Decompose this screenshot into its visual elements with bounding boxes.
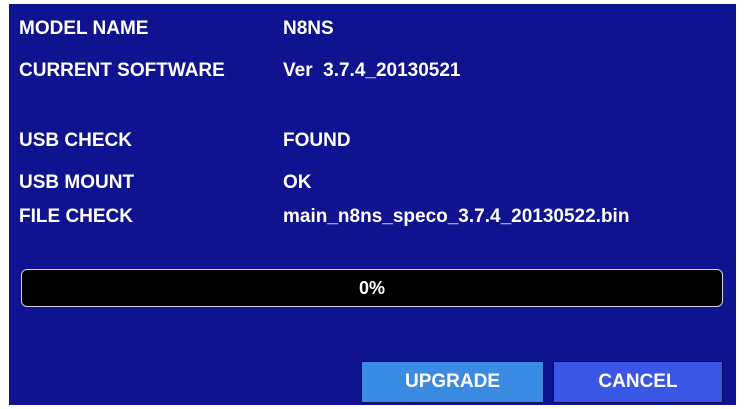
model-name-label: MODEL NAME [19,18,149,39]
current-software-value: Ver 3.7.4_20130521 [283,60,461,81]
usb-mount-value: OK [283,172,312,193]
file-check-value: main_n8ns_speco_3.7.4_20130522.bin [283,206,630,227]
model-name-value: N8NS [283,18,334,39]
progress-percent-text: 0% [358,278,385,298]
cancel-button[interactable]: CANCEL [553,361,723,403]
upgrade-dialog: MODEL NAME N8NS CURRENT SOFTWARE Ver 3.7… [9,4,736,405]
usb-check-value: FOUND [283,130,351,151]
upgrade-button[interactable]: UPGRADE [361,361,544,403]
usb-check-label: USB CHECK [19,130,132,151]
file-check-label: FILE CHECK [19,206,133,227]
upgrade-progress-bar: 0% [21,269,723,307]
usb-mount-label: USB MOUNT [19,172,135,193]
current-software-label: CURRENT SOFTWARE [19,60,225,81]
